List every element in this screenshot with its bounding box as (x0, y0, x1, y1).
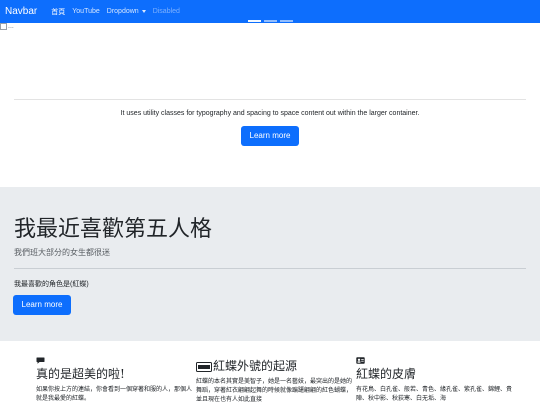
carousel-image: ... (0, 23, 14, 30)
nav-dropdown-label: Dropdown (106, 8, 139, 15)
feature-text-2: 紅蝶的本名其實是美智子，她是一名藝妓，最突出的是她的舞蹈，穿著紅衣翩翩起舞的時候… (196, 379, 353, 403)
nav-link-disabled: Disabled (152, 8, 180, 15)
caret-down-icon (141, 9, 146, 13)
feature-heading-2: 紅蝶外號的起源 (196, 357, 356, 374)
jumbotron-title: 我最近喜歡第五人格 (14, 217, 213, 242)
feature-title-2: 紅蝶外號的起源 (213, 359, 298, 373)
carousel-indicator-1[interactable] (248, 20, 261, 22)
jumbotron-divider (14, 268, 526, 269)
feature-title-3: 紅蝶的皮膚 (356, 367, 417, 381)
carousel-indicator-3[interactable] (280, 20, 293, 22)
person-card-icon (356, 357, 365, 364)
navbar-brand[interactable]: Navbar (5, 6, 37, 17)
carousel-image-alt: ... (8, 23, 14, 30)
nav-link-home[interactable]: 首頁 (51, 7, 65, 17)
feature-title-1: 真的是超美的啦! (36, 367, 125, 381)
hero-learn-more-button[interactable]: Learn more (241, 126, 299, 146)
carousel: ... (0, 20, 540, 93)
chat-icon (36, 357, 45, 364)
broken-image-icon (0, 23, 7, 30)
jumbotron: 我最近喜歡第五人格 我們班大部分的女生都很迷 我最喜歡的角色是(紅蝶) Lear… (0, 187, 540, 341)
carousel-indicators (248, 20, 293, 22)
feature-column-1: 真的是超美的啦! 如果你按上方的連結，你會看到一個穿著和服的人，那個人就是我最愛… (36, 357, 196, 404)
feature-text-1: 如果你按上方的連結，你會看到一個穿著和服的人，那個人就是我最愛的紅蝶。 (36, 387, 193, 402)
feature-column-2: 紅蝶外號的起源 紅蝶的本名其實是美智子，她是一名藝妓，最突出的是她的舞蹈，穿著紅… (196, 357, 356, 405)
carousel-indicator-2[interactable] (264, 20, 277, 22)
credit-card-icon (196, 361, 212, 372)
nav-dropdown-toggle[interactable]: Dropdown (107, 8, 146, 15)
hero-divider (14, 99, 526, 100)
nav-link-youtube[interactable]: YouTube (72, 8, 100, 15)
feature-text-3: 有花鳥、白孔雀、般若、青色、緣孔雀、紫孔雀、錦鯉、貴陣、秋中影、秋荻寒、白无垢、… (356, 387, 513, 402)
feature-column-3: 紅蝶的皮膚 有花鳥、白孔雀、般若、青色、緣孔雀、紫孔雀、錦鯉、貴陣、秋中影、秋荻… (356, 357, 516, 404)
jumbotron-subtitle: 我們班大部分的女生都很迷 (14, 248, 110, 257)
jumbotron-description: 我最喜歡的角色是(紅蝶) (14, 281, 89, 288)
jumbotron-learn-more-button[interactable]: Learn more (13, 295, 71, 315)
hero-lead-text: It uses utility classes for typography a… (120, 110, 420, 117)
